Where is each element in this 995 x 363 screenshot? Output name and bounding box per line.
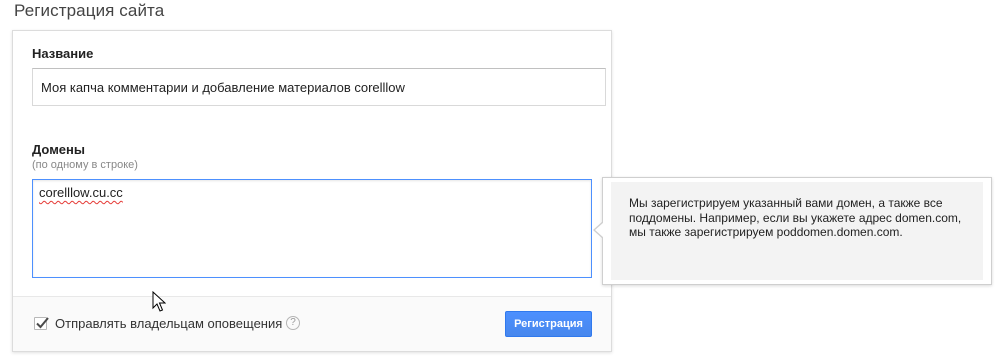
- page-title: Регистрация сайта: [14, 1, 165, 20]
- question-circle-icon[interactable]: ?: [286, 316, 300, 330]
- domains-label: Домены: [32, 142, 85, 157]
- notify-label[interactable]: Отправлять владельцам оповещения: [55, 316, 282, 331]
- tooltip-arrow-fill: [595, 222, 604, 238]
- name-input[interactable]: [32, 68, 606, 106]
- domains-tooltip: Мы зарегистрируем указанный вами домен, …: [593, 177, 992, 285]
- notify-checkbox[interactable]: [34, 317, 49, 330]
- checkmark-icon: [36, 317, 49, 329]
- mouse-pointer-icon: [152, 291, 166, 312]
- domains-value: corelllow.cu.cc: [39, 185, 123, 200]
- tooltip-body: Мы зарегистрируем указанный вами домен, …: [611, 182, 983, 280]
- name-label: Название: [32, 46, 94, 61]
- page: Регистрация сайта Название Домены (по од…: [0, 0, 995, 363]
- tooltip-text: Мы зарегистрируем указанный вами домен, …: [629, 196, 962, 239]
- register-button[interactable]: Регистрация: [505, 311, 592, 337]
- registration-card: Название Домены (по одному в строке) cor…: [12, 30, 612, 352]
- domains-hint: (по одному в строке): [32, 159, 138, 171]
